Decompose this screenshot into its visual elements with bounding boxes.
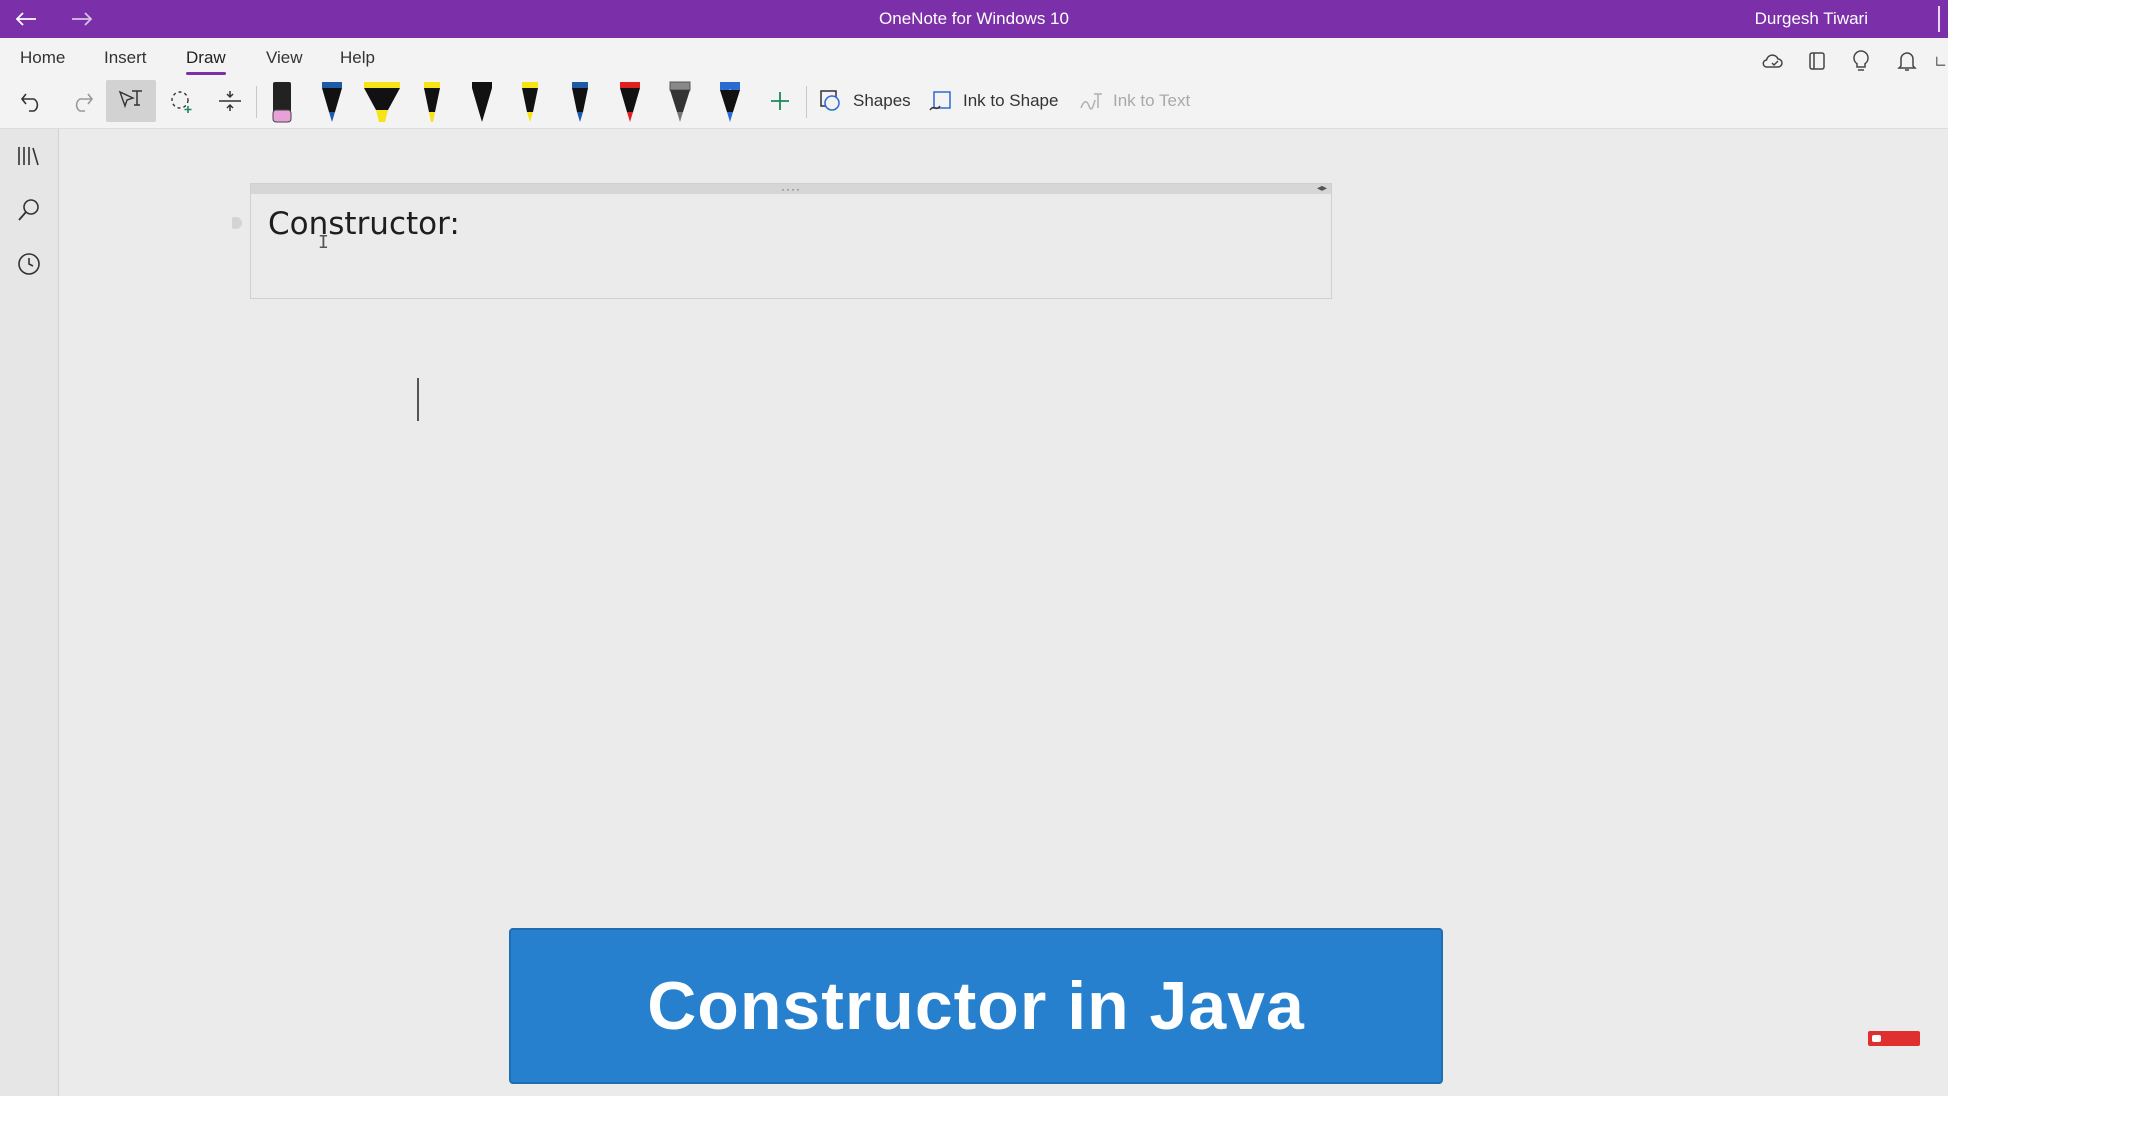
pen-icon: [322, 82, 342, 122]
tab-insert[interactable]: Insert: [104, 48, 147, 68]
recent-nav-button[interactable]: [12, 247, 46, 281]
ink-to-text-label: Ink to Text: [1113, 91, 1191, 110]
text-caret: [417, 378, 419, 421]
tab-draw[interactable]: Draw: [186, 48, 226, 75]
user-name[interactable]: Durgesh Tiwari: [1755, 0, 1868, 38]
pen-icon: [620, 82, 640, 122]
pen-icon: [472, 82, 492, 122]
play-icon: [1872, 1035, 1881, 1042]
pen-pink-highlighter[interactable]: [266, 80, 298, 128]
subscribe-badge[interactable]: [1868, 1031, 1920, 1046]
insert-space-icon: [219, 91, 241, 111]
highlighter-icon: [364, 82, 400, 122]
notifications-button[interactable]: [1892, 46, 1922, 76]
window-title: OneNote for Windows 10: [879, 9, 1069, 28]
lightbulb-icon: [1853, 50, 1869, 71]
expand-icon: [1936, 56, 1946, 66]
tell-me-button[interactable]: [1846, 46, 1876, 76]
shapes-label: Shapes: [853, 91, 911, 110]
title-bar: OneNote for Windows 10 Durgesh Tiwari: [0, 0, 1948, 38]
title-bar-divider: [1938, 6, 1940, 32]
type-select-icon: [118, 90, 142, 109]
note-container[interactable]: ···· ◂▸ Constructor:: [250, 183, 1332, 299]
pen-pencil[interactable]: [664, 80, 696, 128]
pen-icon: [572, 82, 588, 122]
ink-to-shape-icon: [929, 91, 951, 111]
shapes-button[interactable]: Shapes: [818, 84, 911, 118]
recent-clock-icon: [18, 253, 40, 275]
mouse-ibeam-cursor: I: [318, 232, 329, 253]
search-icon: [18, 199, 39, 221]
ink-to-shape-button[interactable]: Ink to Shape: [928, 84, 1058, 118]
pencil-icon: [669, 81, 691, 122]
banner-title: Constructor in Java: [647, 968, 1305, 1044]
onenote-window: OneNote for Windows 10 Durgesh Tiwari Ho…: [0, 0, 1948, 1096]
lasso-select-icon: [171, 91, 192, 113]
pen-red[interactable]: [614, 80, 646, 128]
notebooks-icon: [18, 147, 39, 166]
tab-help[interactable]: Help: [340, 48, 375, 68]
tab-home[interactable]: Home: [20, 48, 65, 68]
type-select-button[interactable]: [106, 80, 156, 122]
lasso-select-button[interactable]: [162, 80, 202, 122]
shapes-icon: [820, 90, 840, 111]
sync-status-button[interactable]: [1758, 46, 1788, 76]
pen-blue[interactable]: [316, 80, 348, 128]
pen-galaxy[interactable]: [714, 80, 746, 128]
search-nav-button[interactable]: [12, 193, 46, 227]
pen-black[interactable]: [466, 80, 498, 128]
note-container-drag-handle[interactable]: ···· ◂▸: [251, 182, 1331, 196]
pen-icon: [720, 82, 740, 122]
undo-icon: [20, 93, 39, 112]
pen-yellow[interactable]: [514, 80, 546, 128]
redo-button[interactable]: [64, 80, 100, 122]
redo-icon: [75, 93, 94, 112]
notebook-icon: [1809, 52, 1825, 70]
ink-to-shape-label: Ink to Shape: [963, 91, 1059, 110]
bell-icon: [1897, 52, 1917, 71]
undo-button[interactable]: [14, 80, 50, 122]
note-text[interactable]: Constructor:: [268, 206, 460, 242]
insert-space-button[interactable]: [212, 80, 248, 122]
plus-icon: [771, 92, 789, 110]
notebooks-button[interactable]: [1802, 46, 1832, 76]
sync-icon: [1762, 54, 1783, 68]
pen-blue-2[interactable]: [564, 80, 596, 128]
pen-yellow-highlighter[interactable]: [416, 80, 448, 128]
pen-yellow-highlighter-wide[interactable]: [362, 80, 402, 128]
ribbon: Home Insert Draw View Help Shapes Ink to…: [0, 38, 1948, 129]
resize-arrows-icon[interactable]: ◂▸: [1317, 183, 1327, 194]
highlighter-icon: [272, 82, 292, 123]
notebooks-nav-button[interactable]: [12, 139, 46, 173]
expand-button[interactable]: [1934, 46, 1948, 76]
toolbar-divider: [806, 86, 807, 118]
ink-to-text-button: Ink to Text: [1078, 84, 1190, 118]
add-pen-button[interactable]: [764, 80, 796, 122]
left-navigation-bar: [0, 129, 59, 1096]
ink-to-text-icon: [1080, 93, 1102, 110]
tab-view[interactable]: View: [266, 48, 303, 68]
paragraph-handle[interactable]: [232, 217, 242, 229]
toolbar-divider: [256, 86, 257, 118]
highlighter-icon: [424, 82, 440, 122]
pen-icon: [522, 82, 538, 122]
video-title-banner: Constructor in Java: [509, 928, 1443, 1084]
grip-dots-icon: ····: [781, 182, 801, 196]
